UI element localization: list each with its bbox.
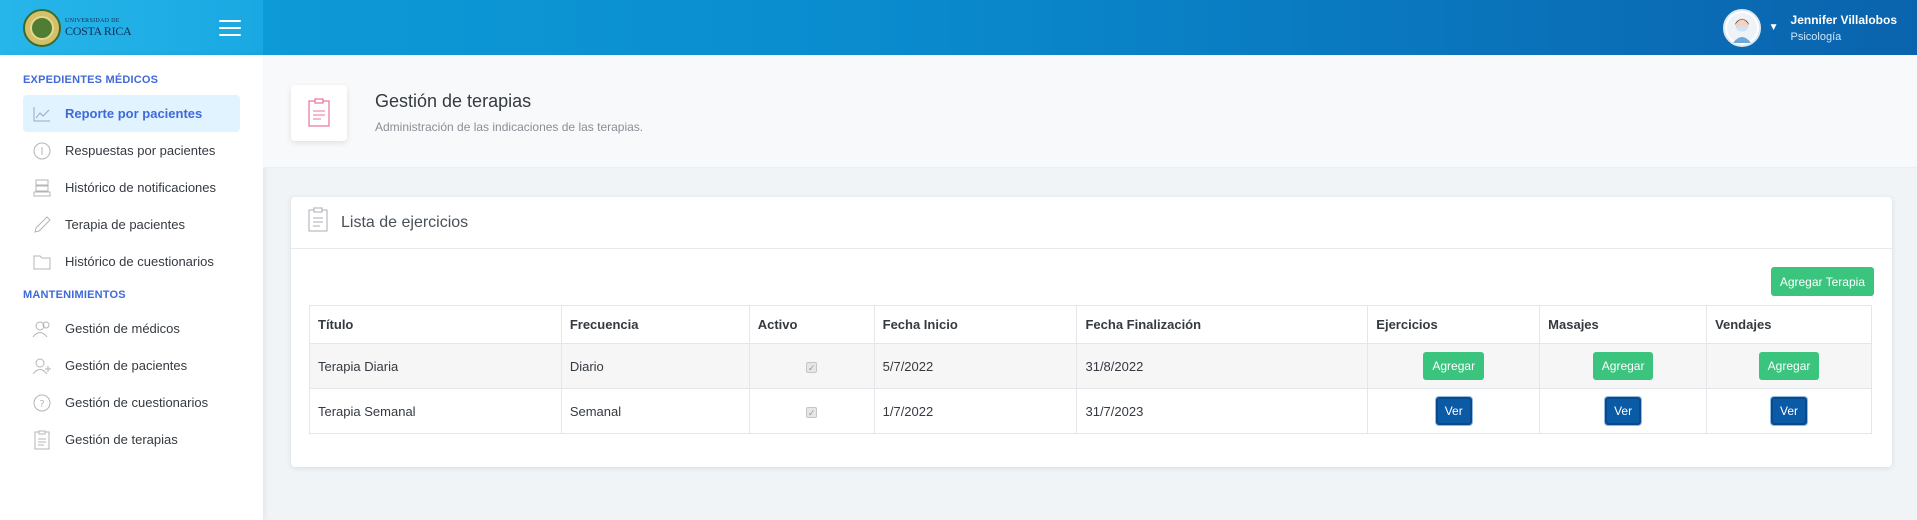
sidebar-item-label: Histórico de cuestionarios [65,254,214,269]
hamburger-menu-icon[interactable] [219,19,241,36]
user-name: Jennifer Villalobos [1790,12,1897,27]
cell-start-date: 1/7/2022 [873,388,1078,434]
user-info: Jennifer Villalobos Psicología [1791,13,1897,43]
cell-exercises: Agregar [1367,343,1541,389]
view-bandages-button[interactable]: Ver [1771,397,1808,425]
seal-icon [23,8,61,47]
view-exercises-button[interactable]: Ver [1435,397,1472,425]
svg-text:?: ? [39,399,44,410]
therapies-table: Título Frecuencia Activo Fecha Inicio Fe… [309,305,1872,434]
exercises-card: Lista de ejercicios Agregar Terapia Títu… [291,197,1892,467]
active-checkbox[interactable]: ✓ [806,406,818,418]
user-role: Psicología [1790,30,1842,43]
cell-end-date: 31/7/2023 [1076,388,1369,434]
cell-frequency: Semanal [560,388,750,434]
table-header-row: Título Frecuencia Activo Fecha Inicio Fe… [309,305,1872,344]
users-icon [31,320,53,338]
clipboard-icon [31,430,53,449]
add-bandages-button[interactable]: Agregar [1758,352,1820,380]
column-header[interactable]: Título [309,305,562,344]
user-avatar-icon [1726,12,1757,43]
cell-bandages: Agregar [1706,343,1872,389]
view-massages-button[interactable]: Ver [1605,397,1642,425]
top-header: UNIVERSIDAD DE COSTA RICA ▼ Jennifer Vil… [0,0,1917,55]
help-circle-icon: ? [31,394,53,412]
clipboard-icon [291,85,347,141]
add-user-icon [31,357,53,375]
sidebar-item-historico-notificaciones[interactable]: Histórico de notificaciones [23,169,240,206]
cell-end-date: 31/8/2022 [1076,343,1369,389]
table-row: Terapia Semanal Semanal ✓ 1/7/2022 31/7/… [309,388,1872,434]
user-menu[interactable]: ▼ Jennifer Villalobos Psicología [1722,0,1917,55]
server-icon [31,179,53,197]
sidebar-item-historico-cuestionarios[interactable]: Histórico de cuestionarios [23,243,240,280]
clipboard-icon [307,207,329,238]
logo-line2: COSTA RICA [65,24,132,38]
sidebar-item-label: Gestión de pacientes [65,358,188,373]
sidebar-item-reporte-pacientes[interactable]: Reporte por pacientes [23,95,240,132]
cell-title: Terapia Diaria [309,343,562,389]
info-circle-icon [31,142,53,160]
cell-frequency: Diario [560,343,750,389]
page-title-bar: Gestión de terapias Administración de la… [263,55,1917,168]
cell-active: ✓ [748,343,875,389]
folder-icon [31,253,53,271]
sidebar-item-label: Terapia de pacientes [65,217,185,232]
cell-bandages: Ver [1706,388,1872,434]
sidebar-section-title: EXPEDIENTES MÉDICOS [23,74,159,86]
cell-exercises: Ver [1367,388,1541,434]
card-title: Lista de ejercicios [341,213,469,231]
add-massages-button[interactable]: Agregar [1592,352,1654,380]
cell-massages: Ver [1539,388,1708,434]
sidebar-item-gestion-terapias[interactable]: Gestión de terapias [23,421,240,458]
sidebar-item-terapia-pacientes[interactable]: Terapia de pacientes [23,206,240,243]
column-header[interactable]: Masajes [1539,305,1708,344]
add-exercises-button[interactable]: Agregar [1423,352,1485,380]
column-header[interactable]: Ejercicios [1367,305,1541,344]
logo-area: UNIVERSIDAD DE COSTA RICA [0,0,263,55]
sidebar-item-gestion-cuestionarios[interactable]: ? Gestión de cuestionarios [23,384,240,421]
cell-title: Terapia Semanal [309,388,562,434]
sidebar-section-title: MANTENIMIENTOS [23,289,126,301]
sidebar-item-respuestas-pacientes[interactable]: Respuestas por pacientes [23,132,240,169]
sidebar-item-label: Gestión de cuestionarios [65,395,209,410]
sidebar: EXPEDIENTES MÉDICOS Reporte por paciente… [0,55,263,520]
card-header: Lista de ejercicios [291,197,1892,249]
column-header[interactable]: Activo [748,305,875,344]
cell-start-date: 5/7/2022 [873,343,1078,389]
sidebar-item-label: Gestión de médicos [65,321,180,336]
sidebar-item-label: Respuestas por pacientes [65,143,216,158]
cell-active: ✓ [748,388,875,434]
sidebar-item-label: Reporte por pacientes [65,106,203,121]
university-logo: UNIVERSIDAD DE COSTA RICA [23,8,132,47]
chevron-down-icon[interactable]: ▼ [1769,22,1779,33]
column-header[interactable]: Frecuencia [560,305,750,344]
column-header[interactable]: Vendajes [1706,305,1872,344]
column-header[interactable]: Fecha Finalización [1076,305,1369,344]
avatar[interactable] [1722,8,1761,47]
sidebar-item-label: Gestión de terapias [65,432,178,447]
sidebar-item-gestion-pacientes[interactable]: Gestión de pacientes [23,347,240,384]
active-checkbox[interactable]: ✓ [806,361,818,373]
pencil-icon [31,215,53,234]
page-title: Gestión de terapias [375,91,532,111]
cell-massages: Agregar [1539,343,1708,389]
column-header[interactable]: Fecha Inicio [873,305,1078,344]
sidebar-item-label: Histórico de notificaciones [65,180,217,195]
page-subtitle: Administración de las indicaciones de la… [375,120,644,134]
chart-line-icon [31,105,53,123]
sidebar-item-gestion-medicos[interactable]: Gestión de médicos [23,310,240,347]
add-therapy-button[interactable]: Agregar Terapia [1770,267,1874,296]
table-row: Terapia Diaria Diario ✓ 5/7/2022 31/8/20… [309,343,1872,389]
